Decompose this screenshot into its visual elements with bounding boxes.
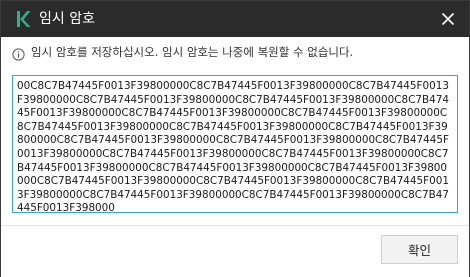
title-bar: 임시 암호 [1,1,469,37]
close-icon[interactable] [439,10,457,28]
temporary-password-dialog: 임시 암호 임시 암호를 저장하십시오. 임시 암호는 나중에 복원할 수 없습… [0,0,470,277]
info-icon [12,46,25,61]
info-text: 임시 암호를 저장하십시오. 임시 암호는 나중에 복원할 수 없습니다. [31,45,354,59]
window-title: 임시 암호 [39,11,95,27]
dialog-footer: 확인 [1,226,469,277]
kaspersky-k-logo-icon [14,10,32,28]
ok-button[interactable]: 확인 [381,235,458,264]
temporary-password-field[interactable]: 00C8C7B47445F0013F39800000C8C7B47445F001… [12,75,458,213]
info-message: 임시 암호를 저장하십시오. 임시 암호는 나중에 복원할 수 없습니다. [12,43,353,61]
